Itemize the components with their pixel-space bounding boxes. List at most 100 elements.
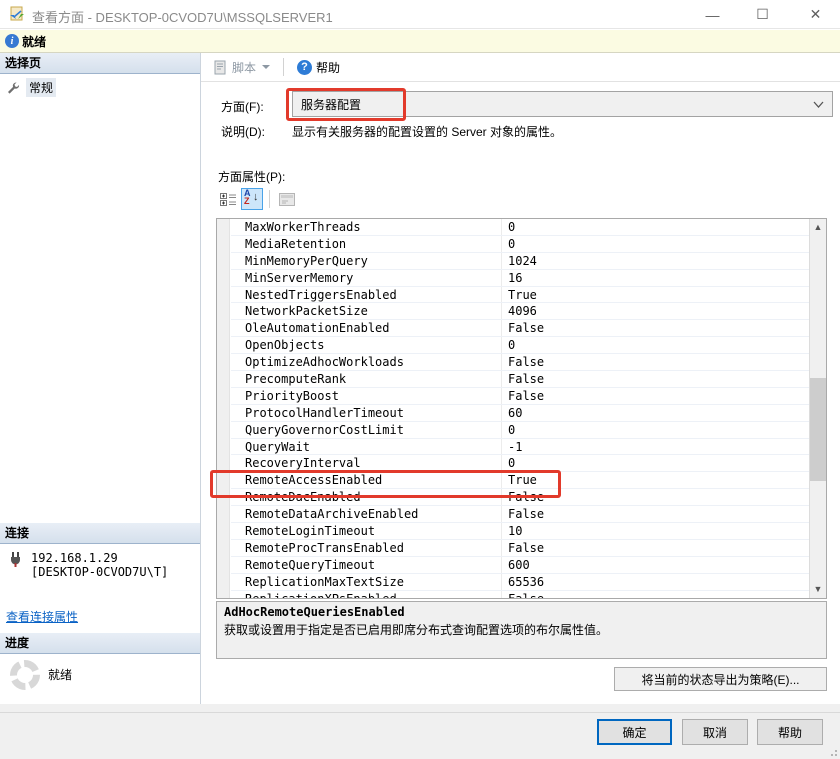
property-row[interactable]: OleAutomationEnabledFalse bbox=[231, 320, 809, 337]
script-icon bbox=[213, 60, 228, 75]
minimize-button[interactable]: — bbox=[690, 0, 735, 29]
scroll-down-arrow-icon[interactable]: ▼ bbox=[810, 581, 826, 598]
progress-spinner-icon bbox=[10, 660, 40, 690]
property-row[interactable]: ReplicationXPsEnabledFalse bbox=[231, 591, 809, 598]
property-row[interactable]: RemoteLoginTimeout10 bbox=[231, 523, 809, 540]
property-row[interactable]: RecoveryInterval0 bbox=[231, 455, 809, 472]
property-value[interactable]: False bbox=[501, 388, 809, 404]
property-value[interactable]: False bbox=[501, 320, 809, 336]
wrench-icon bbox=[6, 81, 20, 95]
status-text: 就绪 bbox=[22, 33, 46, 50]
property-row[interactable]: PriorityBoostFalse bbox=[231, 388, 809, 405]
property-value[interactable]: 10 bbox=[501, 523, 809, 539]
property-value[interactable]: 0 bbox=[501, 422, 809, 438]
property-value[interactable]: False bbox=[501, 506, 809, 522]
property-name: QueryGovernorCostLimit bbox=[231, 422, 501, 438]
property-value[interactable]: 0 bbox=[501, 219, 809, 235]
property-row[interactable]: RemoteDacEnabledFalse bbox=[231, 489, 809, 506]
property-value[interactable]: 1024 bbox=[501, 253, 809, 269]
ok-button[interactable]: 确定 bbox=[597, 719, 672, 745]
sidebar-item-general[interactable]: 常规 bbox=[6, 78, 56, 97]
property-row[interactable]: MinServerMemory16 bbox=[231, 270, 809, 287]
property-row[interactable]: OptimizeAdhocWorkloadsFalse bbox=[231, 354, 809, 371]
connection-header: 连接 bbox=[0, 523, 200, 544]
property-row[interactable]: RemoteQueryTimeout600 bbox=[231, 557, 809, 574]
help-toolbar-label: 帮助 bbox=[316, 59, 340, 76]
property-row[interactable]: PrecomputeRankFalse bbox=[231, 371, 809, 388]
property-value[interactable]: False bbox=[501, 540, 809, 556]
property-value[interactable]: 16 bbox=[501, 270, 809, 286]
export-policy-button[interactable]: 将当前的状态导出为策略(E)... bbox=[614, 667, 827, 691]
script-label: 脚本 bbox=[232, 59, 256, 76]
title-bar: 查看方面 - DESKTOP-0CVOD7U\MSSQLSERVER1 — ☐ … bbox=[0, 0, 840, 29]
connection-plug-icon bbox=[8, 551, 24, 567]
script-button[interactable]: 脚本 bbox=[209, 57, 274, 78]
property-row[interactable]: RemoteProcTransEnabledFalse bbox=[231, 540, 809, 557]
property-row[interactable]: ProtocolHandlerTimeout60 bbox=[231, 405, 809, 422]
property-name: QueryWait bbox=[231, 439, 501, 455]
view-connection-properties-link[interactable]: 查看连接属性 bbox=[6, 608, 78, 625]
property-row[interactable]: ReplicationMaxTextSize65536 bbox=[231, 574, 809, 591]
property-name: RemoteAccessEnabled bbox=[231, 472, 501, 488]
property-row[interactable]: MinMemoryPerQuery1024 bbox=[231, 253, 809, 270]
property-name: MinMemoryPerQuery bbox=[231, 253, 501, 269]
maximize-button[interactable]: ☐ bbox=[740, 0, 785, 29]
vertical-scrollbar[interactable]: ▲ ▼ bbox=[809, 219, 826, 598]
property-value[interactable]: 4096 bbox=[501, 303, 809, 319]
property-value[interactable]: 0 bbox=[501, 455, 809, 471]
property-name: OleAutomationEnabled bbox=[231, 320, 501, 336]
property-grid-gutter bbox=[217, 219, 230, 598]
property-value[interactable]: 65536 bbox=[501, 574, 809, 590]
property-grid-toolbar: AZ↓ bbox=[217, 188, 298, 210]
property-value[interactable]: True bbox=[501, 287, 809, 303]
property-value[interactable]: False bbox=[501, 371, 809, 387]
connection-server: 192.168.1.29 bbox=[31, 551, 168, 565]
description-label: 说明(D): bbox=[221, 123, 265, 140]
facet-properties-label: 方面属性(P): bbox=[218, 168, 285, 185]
property-value[interactable]: True bbox=[501, 472, 809, 488]
chevron-down-icon bbox=[262, 65, 270, 69]
property-value[interactable]: False bbox=[501, 489, 809, 505]
categorized-view-button[interactable] bbox=[217, 188, 239, 210]
cancel-button[interactable]: 取消 bbox=[682, 719, 748, 745]
property-row[interactable]: QueryGovernorCostLimit0 bbox=[231, 422, 809, 439]
property-name: ReplicationXPsEnabled bbox=[231, 591, 501, 598]
property-pages-button[interactable] bbox=[276, 188, 298, 210]
main-panel: 脚本 ? 帮助 方面(F): 服务器配置 说明(D): 显示有关服务器的配置设置… bbox=[201, 53, 840, 704]
property-grid-rows: MaxWorkerThreads0MediaRetention0MinMemor… bbox=[231, 219, 809, 598]
scrollbar-thumb[interactable] bbox=[810, 378, 826, 481]
property-value[interactable]: -1 bbox=[501, 439, 809, 455]
alphabetical-sort-button[interactable]: AZ↓ bbox=[241, 188, 263, 210]
property-value[interactable]: 0 bbox=[501, 337, 809, 353]
property-row[interactable]: NestedTriggersEnabledTrue bbox=[231, 287, 809, 304]
help-button[interactable]: 帮助 bbox=[757, 719, 823, 745]
property-name: RemoteProcTransEnabled bbox=[231, 540, 501, 556]
property-row[interactable]: RemoteDataArchiveEnabledFalse bbox=[231, 506, 809, 523]
close-button[interactable]: ✕ bbox=[793, 0, 838, 29]
view-facets-icon bbox=[9, 6, 26, 23]
categorized-icon bbox=[220, 192, 237, 207]
property-name: PrecomputeRank bbox=[231, 371, 501, 387]
connection-login: [DESKTOP-0CVOD7U\T] bbox=[31, 565, 168, 579]
property-value[interactable]: 60 bbox=[501, 405, 809, 421]
resize-grip[interactable] bbox=[827, 746, 837, 756]
facet-dropdown[interactable]: 服务器配置 bbox=[292, 91, 833, 117]
property-name: MaxWorkerThreads bbox=[231, 219, 501, 235]
property-value[interactable]: False bbox=[501, 354, 809, 370]
property-row[interactable]: OpenObjects0 bbox=[231, 337, 809, 354]
facet-dropdown-value: 服务器配置 bbox=[301, 96, 361, 113]
scroll-up-arrow-icon[interactable]: ▲ bbox=[810, 219, 826, 236]
help-toolbar-button[interactable]: ? 帮助 bbox=[293, 57, 344, 78]
property-row[interactable]: MaxWorkerThreads0 bbox=[231, 219, 809, 236]
description-text: 显示有关服务器的配置设置的 Server 对象的属性。 bbox=[292, 123, 562, 140]
property-name: ReplicationMaxTextSize bbox=[231, 574, 501, 590]
property-value[interactable]: 600 bbox=[501, 557, 809, 573]
property-value[interactable]: False bbox=[501, 591, 809, 598]
property-row[interactable]: NetworkPacketSize4096 bbox=[231, 303, 809, 320]
property-row[interactable]: QueryWait-1 bbox=[231, 439, 809, 456]
property-row[interactable]: RemoteAccessEnabledTrue bbox=[231, 472, 809, 489]
property-name: PriorityBoost bbox=[231, 388, 501, 404]
property-description-text: 获取或设置用于指定是否已启用即席分布式查询配置选项的布尔属性值。 bbox=[224, 621, 819, 638]
property-value[interactable]: 0 bbox=[501, 236, 809, 252]
property-row[interactable]: MediaRetention0 bbox=[231, 236, 809, 253]
